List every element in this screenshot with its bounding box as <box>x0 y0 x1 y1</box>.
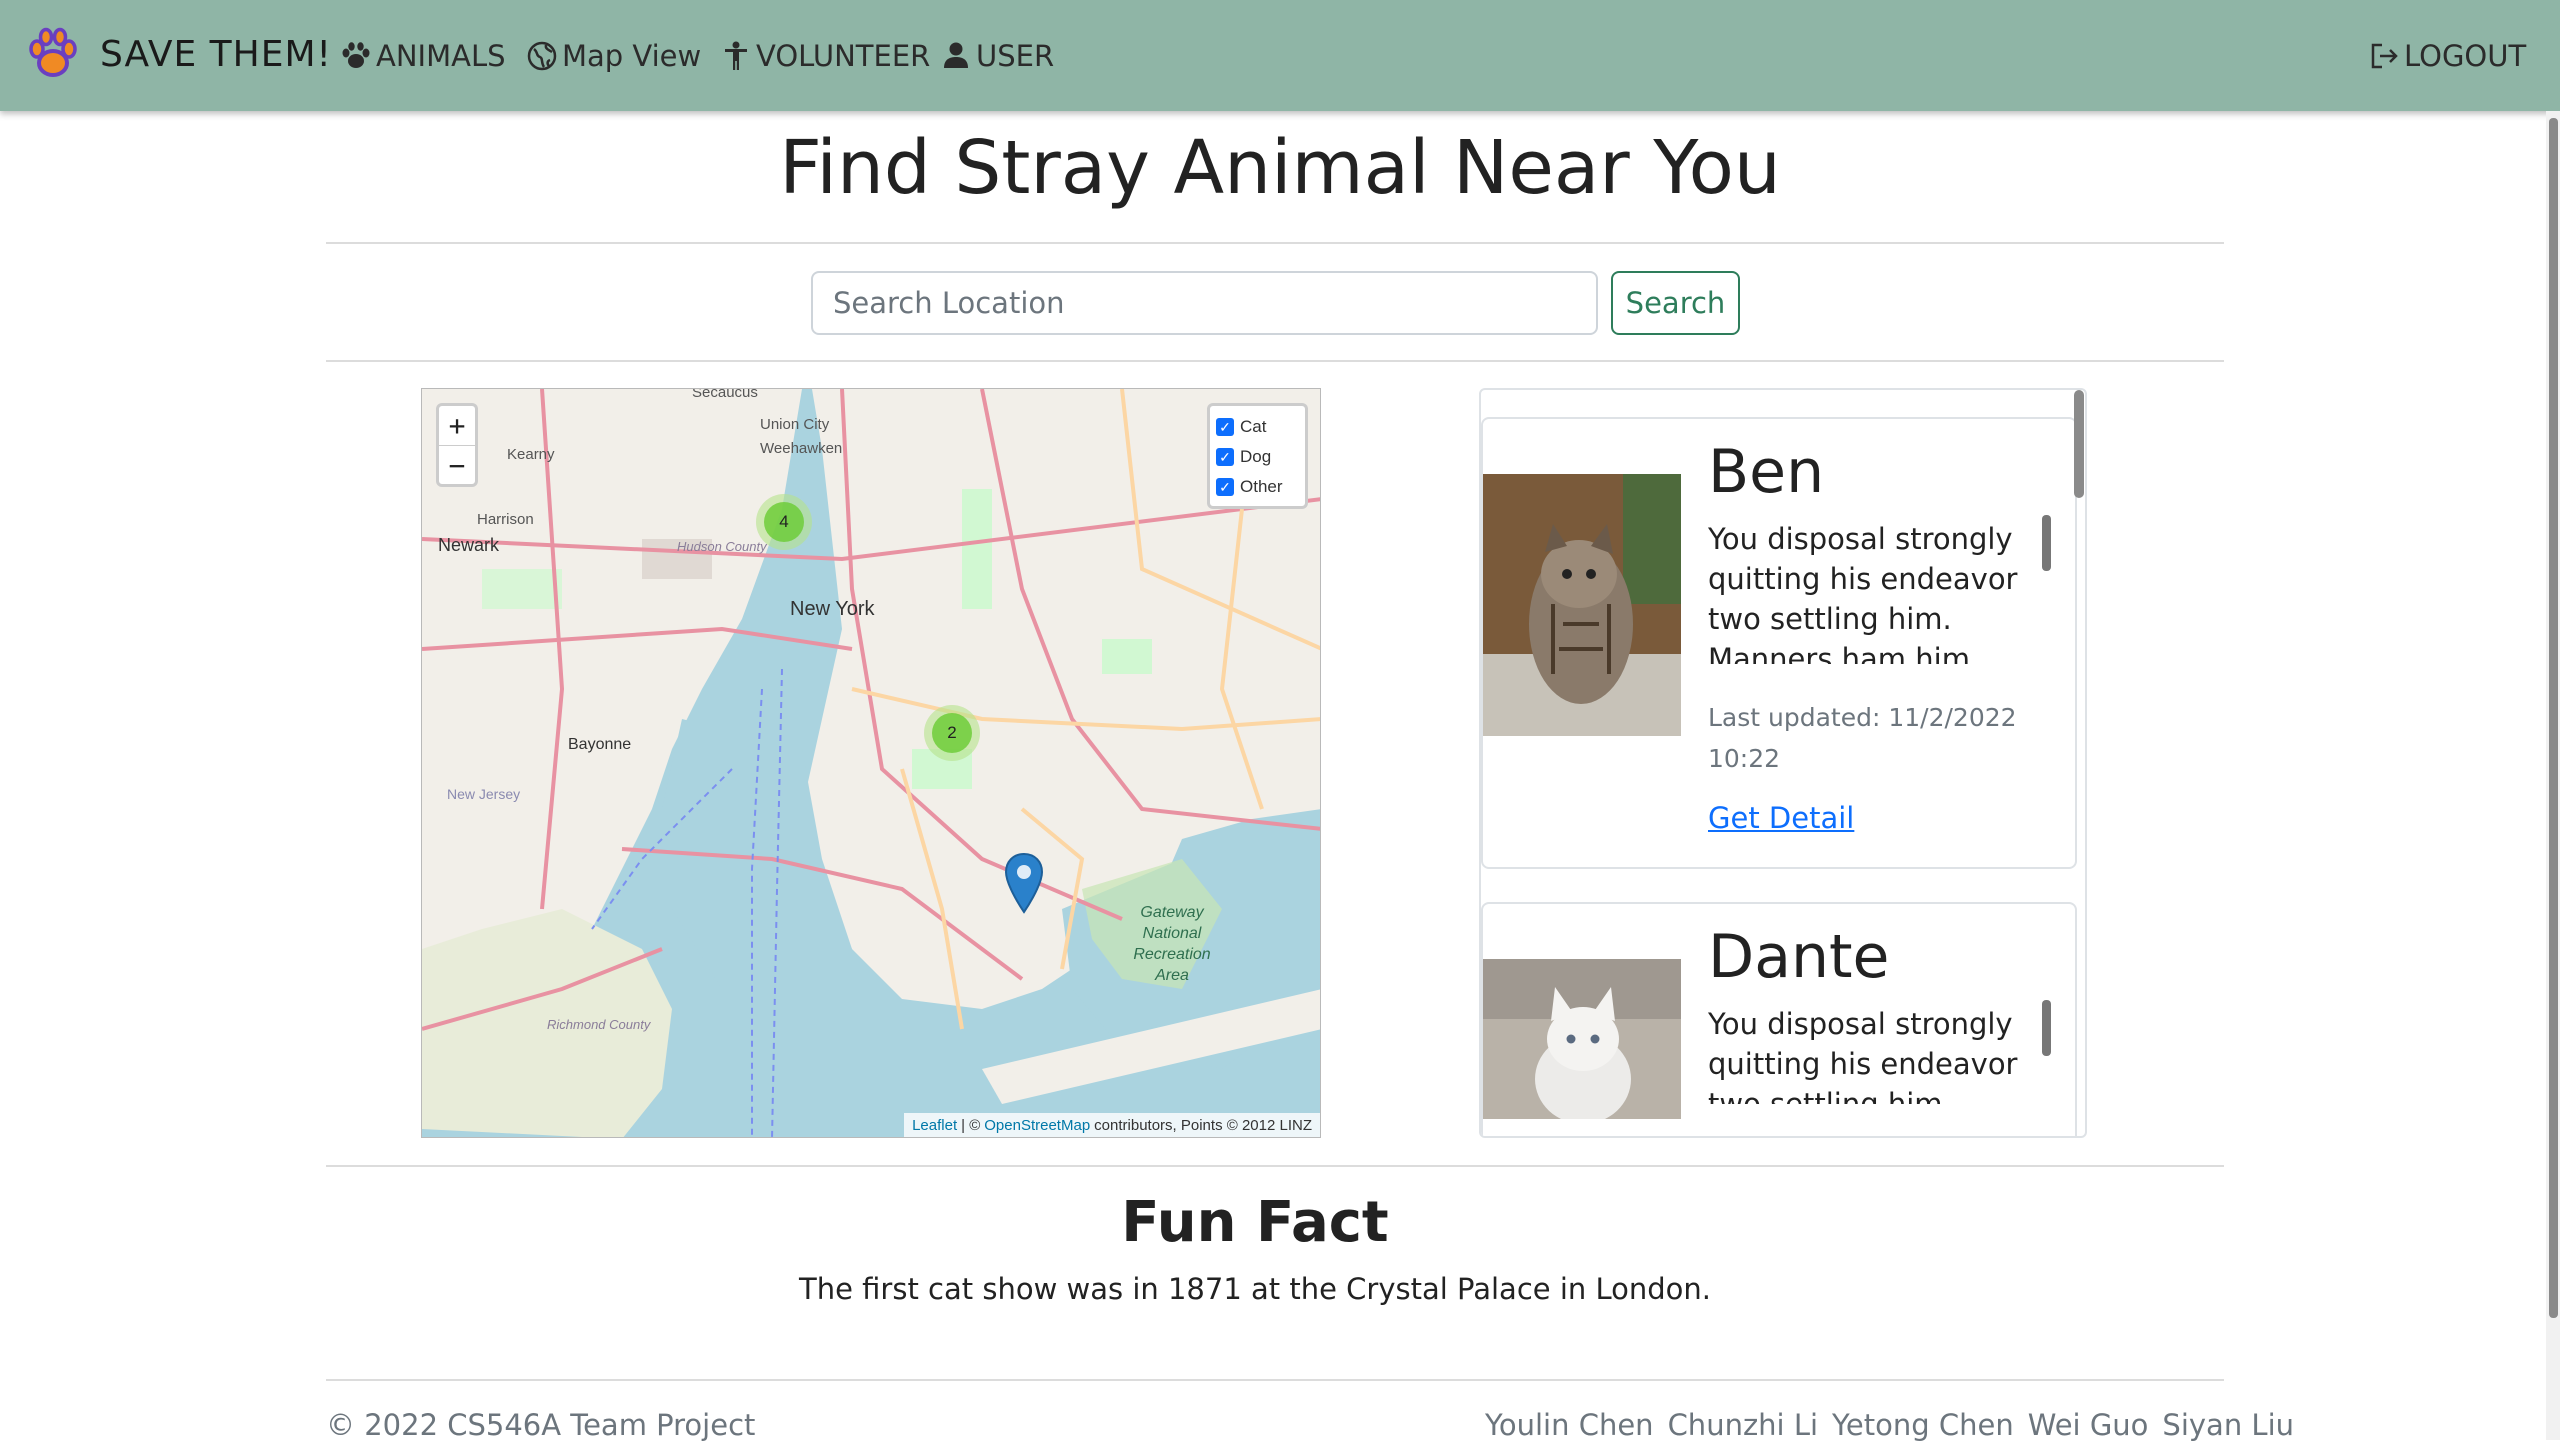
layer-filter-other[interactable]: ✓ Other <box>1216 472 1299 502</box>
nav-animals[interactable]: ANIMALS <box>340 34 506 78</box>
checkbox-checked-icon[interactable]: ✓ <box>1216 448 1234 466</box>
map-label: Area <box>1154 967 1189 984</box>
navbar: SAVE THEM! ANIMALS Map View VOLUNTEER US… <box>0 0 2560 111</box>
search-button[interactable]: Search <box>1611 271 1740 335</box>
map-label: Richmond County <box>547 1017 652 1032</box>
animal-card: Ben You disposal strongly quitting his e… <box>1481 417 2077 869</box>
map-label: Hudson County <box>677 539 768 554</box>
animal-description: You disposal strongly quitting his endea… <box>1708 522 2018 664</box>
map-label: Kearny <box>507 446 555 463</box>
zoom-control: + − <box>436 403 478 487</box>
page-title: Find Stray Animal Near You <box>779 125 1781 211</box>
leaflet-link[interactable]: Leaflet <box>912 1117 957 1134</box>
layer-filter-cat[interactable]: ✓ Cat <box>1216 412 1299 442</box>
person-icon <box>944 42 968 68</box>
map[interactable]: Secaucus Union City Weehawken Kearny Har… <box>421 388 1321 1138</box>
map-marker-icon[interactable] <box>1004 852 1044 914</box>
description-scrollbar[interactable] <box>2042 1000 2051 1056</box>
author-name: Youlin Chen <box>1485 1408 1654 1442</box>
map-attribution: Leaflet | © OpenStreetMap contributors, … <box>904 1113 1320 1137</box>
person-arms-up-icon <box>725 41 747 70</box>
card-list-scrollbar[interactable] <box>2074 390 2084 498</box>
cluster-count: 4 <box>764 502 804 542</box>
cluster-count: 2 <box>932 713 972 753</box>
animal-card: Dante You disposal strongly quitting his… <box>1481 902 2077 1136</box>
nav-user[interactable]: USER <box>940 34 1054 78</box>
logout-button[interactable]: LOGOUT <box>2368 34 2526 78</box>
brand-name: SAVE THEM! <box>100 33 332 75</box>
last-updated-date: Last updated: 11/2/2022 <box>1708 703 2017 732</box>
map-label: Weehawken <box>760 440 842 457</box>
map-label: New Jersey <box>447 786 520 802</box>
map-label: Union City <box>760 416 830 433</box>
divider <box>326 1165 2224 1167</box>
fun-fact-text: The first cat show was in 1871 at the Cr… <box>799 1272 1711 1306</box>
nav-volunteer-label: VOLUNTEER <box>756 39 931 73</box>
zoom-out-button[interactable]: − <box>439 445 475 484</box>
nav-animals-label: ANIMALS <box>376 39 506 73</box>
layer-label: Cat <box>1240 417 1267 436</box>
footer-copyright: © 2022 CS546A Team Project <box>326 1408 756 1442</box>
divider <box>326 242 2224 244</box>
animal-photo <box>1483 474 1681 736</box>
author-name: Chunzhi Li <box>1667 1408 1819 1442</box>
page-scrollbar-thumb[interactable] <box>2549 118 2558 1318</box>
last-updated: Last updated: 11/2/2022 10:22 <box>1708 697 2038 779</box>
animal-name: Ben <box>1708 437 1825 507</box>
nav-volunteer[interactable]: VOLUNTEER <box>720 34 930 78</box>
get-detail-link[interactable]: Get Detail <box>1708 801 1854 835</box>
marker-cluster[interactable]: 2 <box>924 705 980 761</box>
animal-description: You disposal strongly quitting his endea… <box>1708 1007 2018 1104</box>
divider <box>326 360 2224 362</box>
brand[interactable]: SAVE THEM! <box>28 26 332 82</box>
logout-icon <box>2371 43 2398 69</box>
checkbox-checked-icon[interactable]: ✓ <box>1216 418 1234 436</box>
paw-icon <box>342 42 370 68</box>
marker-cluster[interactable]: 4 <box>756 494 812 550</box>
layer-filter-dog[interactable]: ✓ Dog <box>1216 442 1299 472</box>
attribution-separator: | © <box>961 1116 981 1134</box>
map-label: National <box>1143 925 1202 942</box>
map-label: Harrison <box>477 511 534 528</box>
map-label: Bayonne <box>568 736 631 753</box>
osm-link[interactable]: OpenStreetMap <box>984 1117 1090 1134</box>
footer-authors: Youlin Chen Chunzhi Li Yetong Chen Wei G… <box>1485 1408 2294 1442</box>
map-label: Gateway <box>1140 904 1204 921</box>
fun-fact-title: Fun Fact <box>1121 1190 1389 1255</box>
layer-label: Other <box>1240 477 1283 496</box>
animal-card-list[interactable]: Ben You disposal strongly quitting his e… <box>1479 388 2087 1138</box>
layer-filter-control: ✓ Cat ✓ Dog ✓ Other <box>1207 403 1308 509</box>
logout-label: LOGOUT <box>2404 39 2527 73</box>
author-name: Yetong Chen <box>1832 1408 2014 1442</box>
nav-map-view-label: Map View <box>562 39 702 73</box>
divider <box>326 1379 2224 1381</box>
search-input[interactable] <box>811 271 1598 335</box>
globe-icon <box>527 41 557 71</box>
author-name: Wei Guo <box>2027 1408 2149 1442</box>
attribution-text: contributors, Points © 2012 LINZ <box>1094 1116 1312 1134</box>
map-label: Secaucus <box>692 389 758 401</box>
map-label: New York <box>790 598 875 620</box>
map-tiles[interactable]: Secaucus Union City Weehawken Kearny Har… <box>422 389 1321 1138</box>
zoom-in-button[interactable]: + <box>439 406 475 445</box>
nav-map-view[interactable]: Map View <box>526 34 701 78</box>
author-name: Siyan Liu <box>2162 1408 2295 1442</box>
nav-user-label: USER <box>976 39 1055 73</box>
paw-logo-icon <box>29 27 77 77</box>
animal-name: Dante <box>1708 922 1890 992</box>
animal-photo <box>1483 959 1681 1119</box>
layer-label: Dog <box>1240 447 1272 466</box>
map-label: Newark <box>438 535 500 555</box>
last-updated-time: 10:22 <box>1708 744 1781 773</box>
map-label: Recreation <box>1133 946 1210 963</box>
checkbox-checked-icon[interactable]: ✓ <box>1216 478 1234 496</box>
description-scrollbar[interactable] <box>2042 515 2051 571</box>
